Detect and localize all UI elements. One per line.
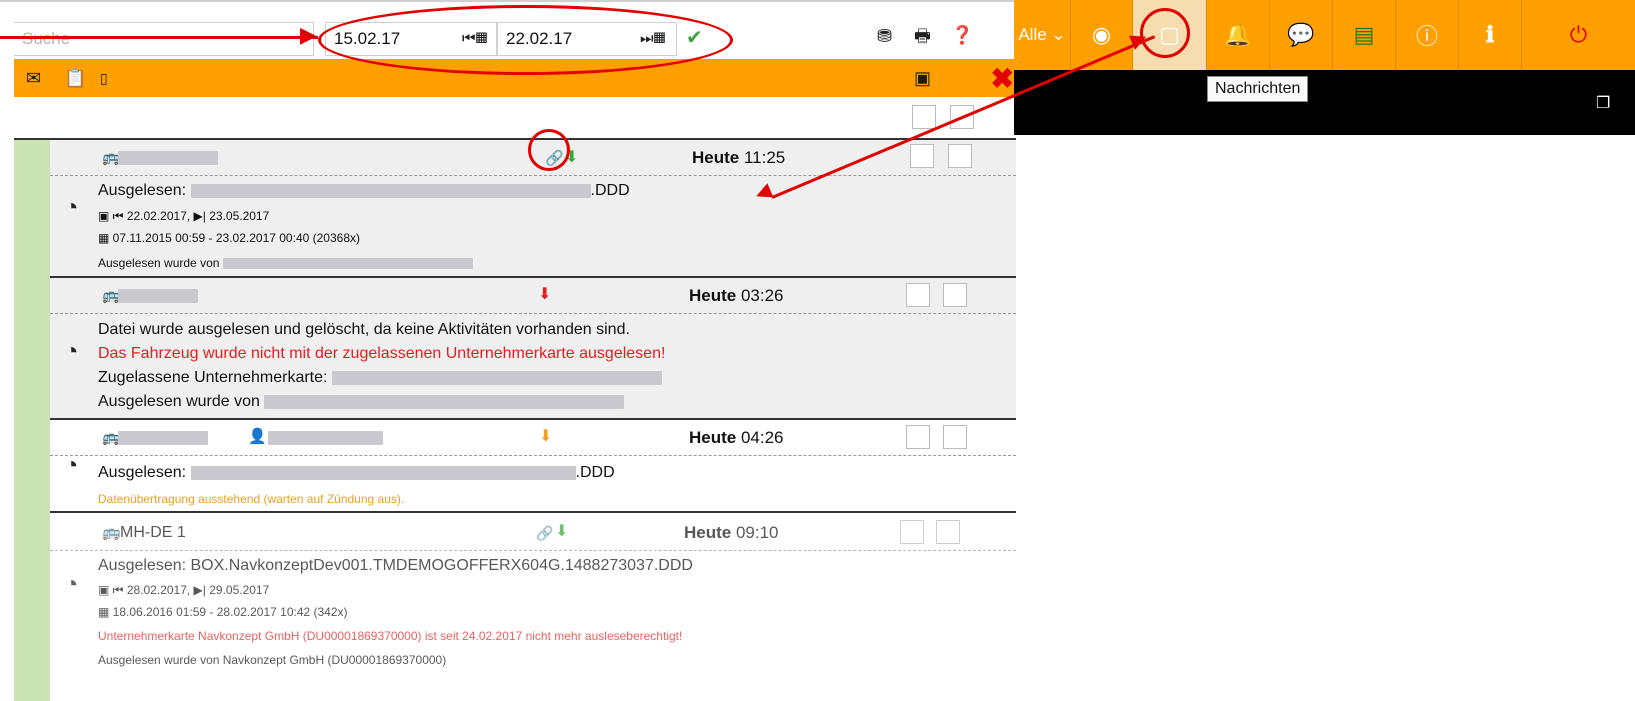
row-checkbox-2[interactable] <box>943 283 967 307</box>
info-button[interactable]: ℹ <box>1458 0 1521 70</box>
row-checkbox-2[interactable] <box>943 425 967 449</box>
select-all-checkbox-1[interactable] <box>912 105 936 129</box>
arrowhead-right-icon: ▶ <box>300 22 317 47</box>
chat-button[interactable]: 💬 <box>1269 0 1332 70</box>
pending-line: Datenübertragung ausstehend (warten auf … <box>98 492 405 506</box>
row-checkbox-1[interactable] <box>900 520 924 544</box>
filter-icon[interactable]: ⛃ <box>877 26 892 46</box>
link-annotation <box>528 129 570 171</box>
reader-line: Ausgelesen wurde von <box>98 256 473 270</box>
power-icon: ⏻ <box>1569 22 1588 47</box>
row-checkbox-2[interactable] <box>936 520 960 544</box>
row-checkbox-2[interactable] <box>948 144 972 168</box>
vehicle-redacted <box>118 289 198 303</box>
card-icon: ▤ <box>1353 22 1375 47</box>
app-header: Alle ⌄ ◉ ▢ 🔔 💬 ▤ ⓘ ℹ ⏻ <box>1014 0 1635 70</box>
read-line: Ausgelesen: .DDD <box>98 464 615 481</box>
print-icon[interactable]: 🖶 <box>914 26 931 46</box>
app-subheader: ❐ <box>1014 70 1635 135</box>
download-error-icon[interactable]: ⬇ <box>538 285 551 305</box>
row-checkbox-1[interactable] <box>910 144 934 168</box>
row-checkbox-1[interactable] <box>906 425 930 449</box>
reader-line: Ausgelesen wurde von <box>98 393 625 411</box>
vehicle-plate: MH-DE 1 <box>120 524 186 541</box>
read-line: Ausgelesen: .DDD <box>98 182 630 199</box>
signal-icon: ◔ <box>64 452 79 479</box>
download-pending-icon[interactable]: ⬇ <box>539 427 552 447</box>
status-strip <box>14 140 50 701</box>
signal-icon: ◔ <box>64 338 79 365</box>
help-circle-button[interactable]: ⓘ <box>1395 0 1458 70</box>
info-icon: ℹ <box>1485 22 1495 47</box>
bus-icon: 🚌 <box>102 524 121 541</box>
validity-line: ▣ ⏮ 22.02.2017, ▶| 23.05.2017 <box>98 209 270 223</box>
archive-icon[interactable]: ▣ <box>914 68 931 88</box>
filter-dropdown[interactable]: Alle ⌄ <box>1014 0 1070 70</box>
list-item[interactable]: 🚌 ⬇ Heute 03:26 ◔ Datei wurde ausgelesen… <box>50 278 1016 420</box>
bell-icon: 🔔 <box>1224 22 1252 47</box>
vehicle-redacted <box>118 431 208 445</box>
list-header <box>14 97 1016 140</box>
list-item[interactable]: 🚌 MH-DE 1 🔗 ⬇ Heute 09:10 ◔ Ausgelesen: … <box>50 515 1016 701</box>
list-item-header: 🚌 MH-DE 1 🔗 ⬇ Heute 09:10 <box>50 515 1016 551</box>
reader-line: Ausgelesen wurde von Navkonzept GmbH (DU… <box>98 653 447 667</box>
date-range-annotation <box>318 5 733 75</box>
vehicle-redacted <box>118 151 218 165</box>
warning-line: Das Fahrzeug wurde nicht mit der zugelas… <box>98 345 666 362</box>
globe-icon: ◉ <box>1091 22 1112 47</box>
filter-dropdown-label: Alle ⌄ <box>1018 25 1066 44</box>
card-line: Zugelassene Unternehmerkarte: <box>98 369 662 387</box>
activity-line: ▦ 18.06.2016 01:59 - 28.02.2017 10:42 (3… <box>98 605 348 619</box>
signal-icon: ◔ <box>64 194 79 221</box>
warning-line: Unternehmerkarte Navkonzept GmbH (DU0000… <box>98 629 683 643</box>
chat-icon: 💬 <box>1287 22 1315 47</box>
timestamp: Heute 09:10 <box>684 523 779 542</box>
download-icon[interactable]: ⬇ <box>555 522 568 542</box>
list-item-header: 🚌 👤 ⬇ Heute 04:26 <box>50 420 1016 456</box>
signal-icon: ◔ <box>64 571 79 598</box>
close-icon[interactable]: ✖ <box>991 62 1014 95</box>
activity-line: ▦ 07.11.2015 00:59 - 23.02.2017 00:40 (2… <box>98 231 360 245</box>
help-circle-icon: ⓘ <box>1415 24 1438 49</box>
deleted-line: Datei wurde ausgelesen und gelöscht, da … <box>98 321 630 338</box>
timestamp: Heute 04:26 <box>689 428 784 447</box>
list-item-header: 🚌 ⬇ Heute 03:26 <box>50 278 1016 314</box>
list-item[interactable]: 🚌 👤 ⬇ Heute 04:26 ◔ Ausgelesen: .DDD Dat… <box>50 420 1016 513</box>
card-button[interactable]: ▤ <box>1332 0 1395 70</box>
read-line: Ausgelesen: BOX.NavkonzeptDev001.TMDEMOG… <box>98 557 693 574</box>
help-icon[interactable]: ❓ <box>951 25 973 45</box>
annotation-arrow-left <box>0 36 318 39</box>
driver-icon: 👤 <box>248 428 267 445</box>
copy-icon[interactable]: ❐ <box>1596 94 1610 114</box>
search-input[interactable]: Suche <box>14 22 314 56</box>
timestamp: Heute 11:25 <box>692 148 786 167</box>
screenshot-stage: Suche 15.02.17 ⏮▦ 22.02.17 ⏭▦ ✔ ⛃ 🖶 ❓ ✉ … <box>0 0 1635 701</box>
link-icon[interactable]: 🔗 <box>536 523 553 543</box>
notifications-button[interactable]: 🔔 <box>1206 0 1269 70</box>
messages-tooltip: Nachrichten <box>1207 76 1309 102</box>
row-checkbox-1[interactable] <box>906 283 930 307</box>
messages-annotation <box>1140 8 1190 58</box>
timestamp: Heute 03:26 <box>689 286 784 305</box>
clipboard-icon[interactable]: 📋 <box>64 68 86 88</box>
power-button[interactable]: ⏻ <box>1521 0 1635 70</box>
email-icon[interactable]: ✉ <box>26 68 41 88</box>
validity-line: ▣ ⏮ 28.02.2017, ▶| 29.05.2017 <box>98 583 270 597</box>
driver-redacted <box>268 431 383 445</box>
mobile-icon[interactable]: ▯ <box>100 68 108 88</box>
